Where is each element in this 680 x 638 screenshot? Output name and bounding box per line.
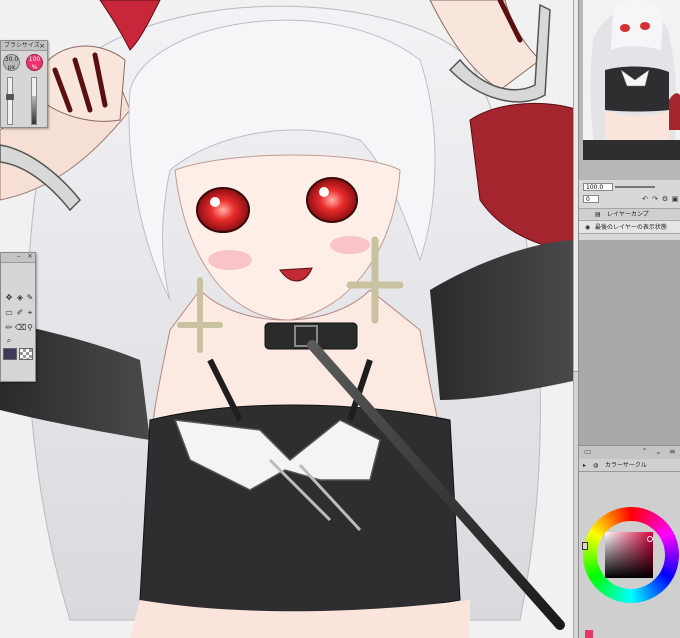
text-icon[interactable]: ⌖: [25, 308, 35, 318]
eye-icon[interactable]: ◉: [585, 221, 590, 235]
layer-panel-footer: ▭ ⌃ ⌄ ≡: [579, 445, 680, 459]
hue-marker[interactable]: [582, 542, 588, 550]
undo-icon[interactable]: ↶: [641, 195, 649, 203]
zoom-icon[interactable]: ⌕: [4, 336, 14, 346]
brush-size-a-unit: px: [7, 64, 16, 71]
brush-size-b-unit: %: [31, 64, 38, 71]
pencil-icon[interactable]: ✏: [4, 323, 14, 333]
chevron-down-icon[interactable]: ⌄: [655, 447, 662, 456]
panel-collapse-icon[interactable]: ▸: [583, 459, 586, 472]
move-icon[interactable]: ✥: [4, 293, 14, 303]
shape-icon[interactable]: ▭: [4, 308, 14, 318]
brush-size-a-value: 30.0: [4, 56, 19, 63]
brush-icon[interactable]: ✐: [15, 308, 25, 318]
layer-comp-icon: ▤: [595, 211, 601, 218]
tool-palette-titlebar[interactable]: – ×: [1, 252, 35, 263]
transparent-color-swatch[interactable]: [19, 348, 33, 360]
tool-palette[interactable]: – × ✥ ◈ ✎ ▭ ✐ ⌖ ✏ ⌫ ⚲ ⌕: [0, 252, 36, 382]
slider-knob[interactable]: [6, 94, 14, 100]
eraser-icon[interactable]: ⌫: [15, 323, 26, 333]
layer-opacity-slider[interactable]: [615, 186, 655, 188]
paint-app: ブラシサイズ × 30.0 px 100 % – × ✥ ◈ ✎ ▭ ✐ ⌖ ✏…: [0, 0, 680, 638]
settings-icon[interactable]: ⚙: [661, 195, 669, 203]
brush-size-preset-a[interactable]: 30.0 px: [3, 54, 20, 71]
saturation-value-square[interactable]: [605, 532, 653, 578]
navigator-preview[interactable]: [583, 0, 680, 160]
layer-list[interactable]: [579, 240, 680, 445]
navigator-thumbnail: [583, 0, 680, 160]
brush-size-b-value: 100: [28, 56, 41, 63]
panel-toggle-icon[interactable]: ▭: [584, 447, 592, 456]
menu-icon[interactable]: ≡: [669, 447, 676, 456]
chevron-up-icon[interactable]: ⌃: [641, 447, 648, 456]
brush-size-slider[interactable]: [6, 77, 14, 125]
lock-icon[interactable]: ▣: [671, 195, 679, 203]
artwork: [0, 0, 578, 638]
color-wheel-panel: [579, 472, 680, 638]
brush-size-palette[interactable]: ブラシサイズ × 30.0 px 100 %: [0, 40, 48, 128]
close-icon[interactable]: ×: [27, 252, 33, 260]
main-color-swatch[interactable]: [3, 348, 17, 360]
eyedropper-icon[interactable]: ⚲: [25, 323, 35, 333]
layer-comp-label: レイヤーカンプ: [607, 211, 649, 218]
slider-fill: [32, 96, 36, 124]
redo-icon[interactable]: ↷: [651, 195, 659, 203]
fill-icon[interactable]: ◈: [15, 293, 25, 303]
minimize-icon[interactable]: –: [17, 252, 21, 260]
color-wheel-icon: ◍: [593, 462, 599, 469]
layer-comp-row[interactable]: ▤ レイヤーカンプ: [579, 208, 680, 219]
blend-mode-field[interactable]: 0: [583, 195, 599, 203]
drawing-canvas[interactable]: [0, 0, 578, 638]
brush-size-preset-b[interactable]: 100 %: [26, 54, 43, 71]
brush-opacity-slider[interactable]: [31, 77, 37, 125]
layer-status-text: 最後のレイヤーの表示状態: [595, 224, 667, 231]
layer-properties-bar: 100.0 0 ↶ ↷ ⚙ ▣ ▤ レイヤーカンプ ◉ 最後のレイヤーの表示状態: [579, 180, 680, 240]
color-picker-cursor[interactable]: [647, 536, 653, 542]
right-dock: 100.0 0 ↶ ↷ ⚙ ▣ ▤ レイヤーカンプ ◉ 最後のレイヤーの表示状態…: [578, 0, 680, 638]
layer-status-row[interactable]: ◉ 最後のレイヤーの表示状態: [579, 220, 680, 234]
pen-icon[interactable]: ✎: [25, 293, 35, 303]
color-wheel-header[interactable]: ▸ ◍ カラーサークル: [579, 459, 680, 472]
layer-opacity-field[interactable]: 100.0: [583, 183, 613, 191]
close-icon[interactable]: ×: [39, 41, 45, 51]
color-wheel-title: カラーサークル: [605, 462, 647, 469]
current-color-chip[interactable]: [585, 630, 593, 638]
